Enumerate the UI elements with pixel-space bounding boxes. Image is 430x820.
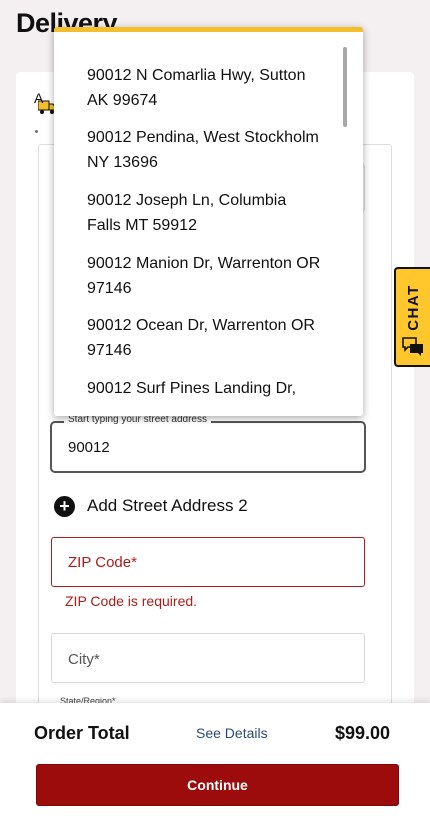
form-bullet — [35, 130, 38, 133]
street-address-value: 90012 — [68, 439, 110, 456]
suggestion-line1: 90012 Ocean Dr, Warrenton OR — [87, 317, 315, 334]
address-suggestion[interactable]: 90012 Joseph Ln, Columbia Falls MT 59912 — [87, 188, 339, 238]
suggestion-line1: 90012 Surf Pines Landing Dr, — [87, 380, 297, 397]
suggestion-line2: NY 13696 — [87, 154, 158, 171]
suggestion-line2: 97146 — [87, 280, 132, 297]
add-street-address-2-button[interactable]: + Add Street Address 2 — [54, 494, 248, 518]
add-street-address-2-label: Add Street Address 2 — [87, 496, 248, 515]
address-suggestions-dropdown[interactable]: 90012 N Comarlia Hwy, Sutton AK 99674 90… — [54, 27, 363, 416]
chat-label: CHAT — [404, 283, 422, 331]
suggestion-line1: 90012 N Comarlia Hwy, Sutton — [87, 67, 306, 84]
order-footer: Order Total See Details $99.00 Continue — [0, 703, 430, 820]
suggestion-line1: 90012 Joseph Ln, Columbia — [87, 192, 287, 209]
street-address-input[interactable]: Start typing your street address 90012 — [50, 414, 366, 473]
chat-bubbles-icon — [402, 337, 423, 356]
zip-code-error: ZIP Code is required. — [65, 593, 198, 609]
city-input[interactable]: City* — [51, 633, 365, 683]
dropdown-scrollbar[interactable] — [343, 47, 347, 127]
plus-circle-icon: + — [54, 495, 75, 517]
suggestion-line2: AK 99674 — [87, 92, 158, 109]
zip-code-input[interactable]: ZIP Code* — [51, 537, 365, 587]
form-section-label: A — [34, 90, 44, 106]
address-suggestion[interactable]: 90012 Pendina, West Stockholm NY 13696 — [87, 125, 339, 175]
address-suggestion[interactable]: 90012 Ocean Dr, Warrenton OR 97146 — [87, 313, 339, 363]
city-placeholder: City* — [68, 651, 100, 668]
suggestion-line2: Falls MT 59912 — [87, 217, 197, 234]
see-details-link[interactable]: See Details — [196, 725, 268, 741]
chat-label-wrap: CHAT — [400, 277, 426, 337]
suggestion-line1: 90012 Pendina, West Stockholm — [87, 129, 319, 146]
suggestion-line2: 97146 — [87, 342, 132, 359]
address-suggestion[interactable]: 90012 Manion Dr, Warrenton OR 97146 — [87, 251, 339, 301]
order-total-label: Order Total — [34, 723, 130, 743]
dropdown-accent-bar — [54, 27, 363, 32]
zip-code-placeholder: ZIP Code* — [68, 554, 137, 571]
suggestion-line1: 90012 Manion Dr, Warrenton OR — [87, 255, 321, 272]
address-suggestion[interactable]: 90012 Surf Pines Landing Dr, — [87, 376, 339, 401]
order-total-price: $99.00 — [335, 723, 391, 743]
continue-button[interactable]: Continue — [36, 764, 399, 806]
chat-button[interactable]: CHAT — [394, 267, 430, 367]
address-suggestion[interactable]: 90012 N Comarlia Hwy, Sutton AK 99674 — [87, 63, 339, 113]
